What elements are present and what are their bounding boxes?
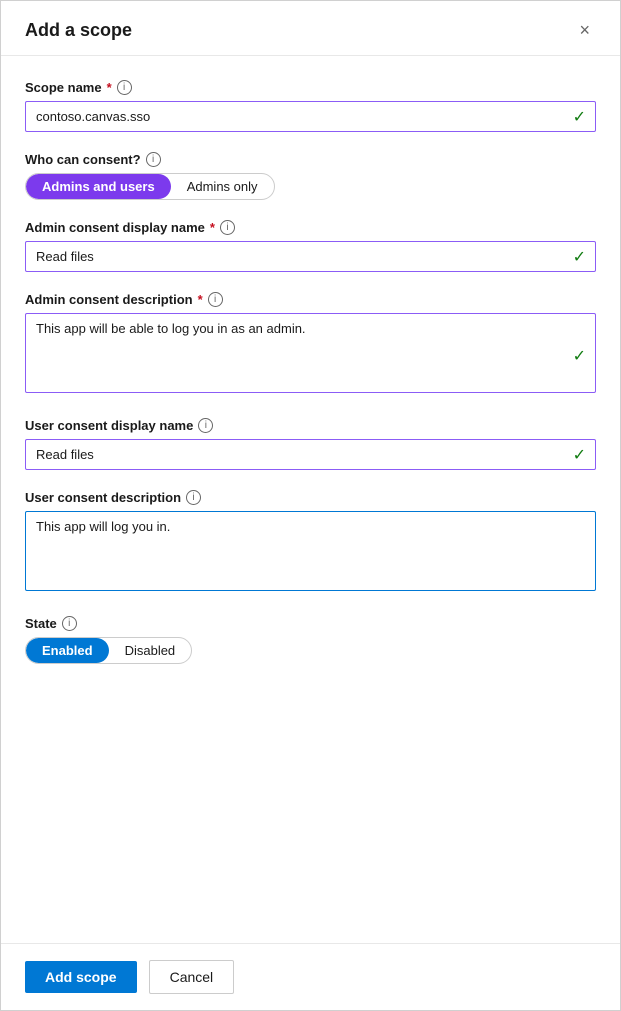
admin-consent-display-name-input[interactable] bbox=[25, 241, 596, 272]
state-info-icon[interactable]: i bbox=[62, 616, 77, 631]
user-consent-display-info-icon[interactable]: i bbox=[198, 418, 213, 433]
who-can-consent-info-icon[interactable]: i bbox=[146, 152, 161, 167]
consent-toggle-group: Admins and users Admins only bbox=[25, 173, 275, 200]
admin-consent-display-name-wrapper: ✓ bbox=[25, 241, 596, 272]
cancel-button[interactable]: Cancel bbox=[149, 960, 235, 994]
admin-consent-display-check-icon: ✓ bbox=[573, 247, 586, 267]
user-consent-desc-info-icon[interactable]: i bbox=[186, 490, 201, 505]
admin-consent-display-name-group: Admin consent display name * i ✓ bbox=[25, 220, 596, 272]
required-star-admin-desc: * bbox=[198, 292, 203, 307]
add-scope-dialog: Add a scope × Scope name * i ✓ Who can c… bbox=[0, 0, 621, 1011]
state-option-enabled[interactable]: Enabled bbox=[26, 638, 109, 663]
user-consent-description-input[interactable] bbox=[25, 511, 596, 591]
user-consent-description-wrapper bbox=[25, 511, 596, 596]
scope-name-info-icon[interactable]: i bbox=[117, 80, 132, 95]
scope-name-input-wrapper: ✓ bbox=[25, 101, 596, 132]
user-consent-display-name-input[interactable] bbox=[25, 439, 596, 470]
admin-consent-description-label: Admin consent description * i bbox=[25, 292, 596, 307]
consent-option-admins-only[interactable]: Admins only bbox=[171, 174, 274, 199]
admin-consent-display-info-icon[interactable]: i bbox=[220, 220, 235, 235]
state-option-disabled[interactable]: Disabled bbox=[109, 638, 192, 663]
admin-consent-desc-info-icon[interactable]: i bbox=[208, 292, 223, 307]
user-consent-display-check-icon: ✓ bbox=[573, 445, 586, 465]
admin-consent-desc-check-icon: ✓ bbox=[573, 346, 586, 366]
user-consent-display-name-label: User consent display name i bbox=[25, 418, 596, 433]
state-group: State i Enabled Disabled bbox=[25, 616, 596, 664]
dialog-footer: Add scope Cancel bbox=[1, 943, 620, 1010]
user-consent-description-group: User consent description i bbox=[25, 490, 596, 596]
who-can-consent-group: Who can consent? i Admins and users Admi… bbox=[25, 152, 596, 200]
required-star-admin-display: * bbox=[210, 220, 215, 235]
consent-option-admins-users[interactable]: Admins and users bbox=[26, 174, 171, 199]
admin-consent-display-name-label: Admin consent display name * i bbox=[25, 220, 596, 235]
admin-consent-description-input[interactable] bbox=[25, 313, 596, 393]
scope-name-check-icon: ✓ bbox=[573, 107, 586, 127]
scope-name-group: Scope name * i ✓ bbox=[25, 80, 596, 132]
who-can-consent-label: Who can consent? i bbox=[25, 152, 596, 167]
dialog-body: Scope name * i ✓ Who can consent? i Admi… bbox=[1, 56, 620, 943]
required-star: * bbox=[107, 80, 112, 95]
state-label: State i bbox=[25, 616, 596, 631]
admin-consent-description-wrapper: ✓ bbox=[25, 313, 596, 398]
user-consent-display-name-group: User consent display name i ✓ bbox=[25, 418, 596, 470]
add-scope-button[interactable]: Add scope bbox=[25, 961, 137, 993]
state-toggle-group: Enabled Disabled bbox=[25, 637, 192, 664]
dialog-header: Add a scope × bbox=[1, 1, 620, 56]
scope-name-label: Scope name * i bbox=[25, 80, 596, 95]
close-button[interactable]: × bbox=[573, 19, 596, 41]
user-consent-display-name-wrapper: ✓ bbox=[25, 439, 596, 470]
dialog-title: Add a scope bbox=[25, 20, 132, 41]
scope-name-input[interactable] bbox=[25, 101, 596, 132]
user-consent-description-label: User consent description i bbox=[25, 490, 596, 505]
admin-consent-description-group: Admin consent description * i ✓ bbox=[25, 292, 596, 398]
